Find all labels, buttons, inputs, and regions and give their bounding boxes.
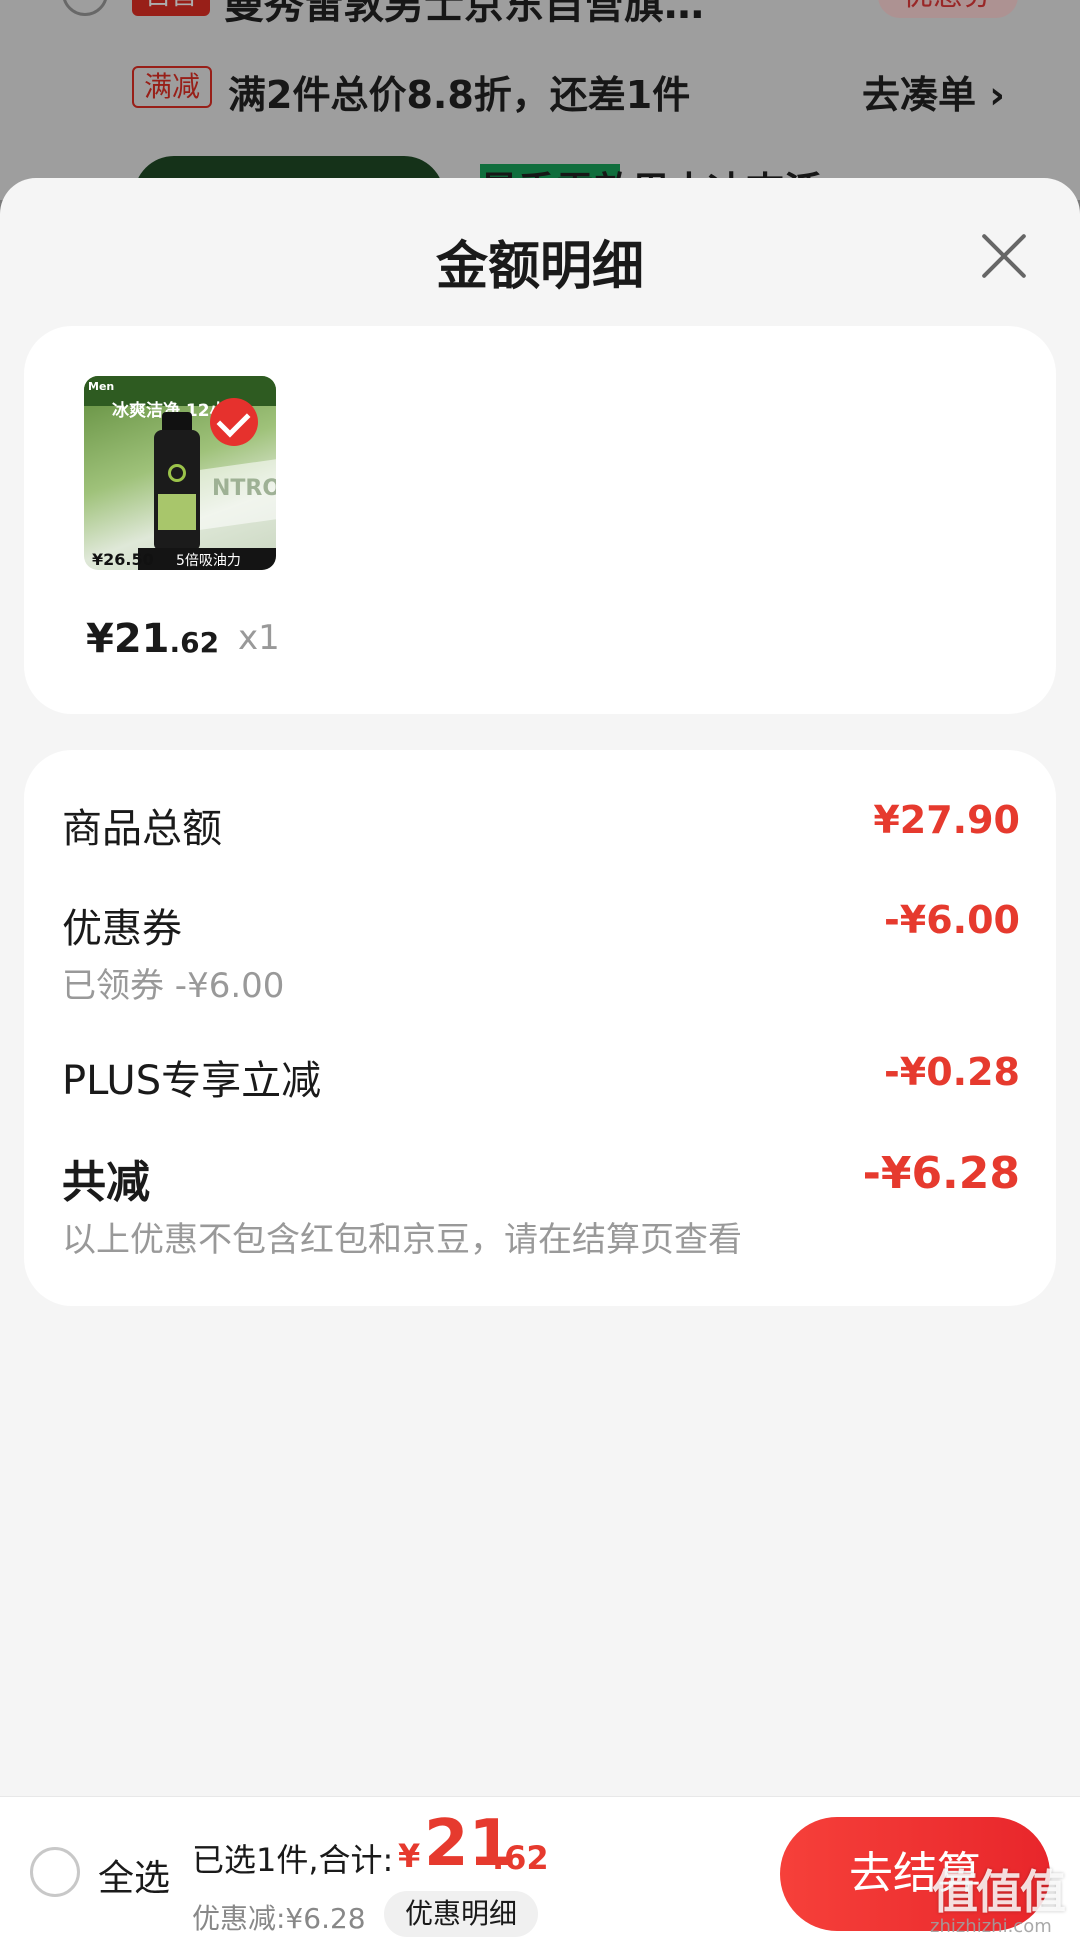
discount-note: 以上优惠不包含红包和京豆，请在结算页查看	[62, 1220, 742, 1260]
plus-discount-label: PLUS专享立减	[62, 1058, 322, 1104]
discount-summary: 优惠减:¥6.28	[192, 1902, 366, 1935]
product-bottle	[154, 430, 200, 550]
product-image-price: ¥26.50	[92, 550, 154, 569]
watermark-logo: 值值值	[932, 1865, 1066, 1919]
checkout-bar: 全选 已选1件,合计: ¥ 21 .62 优惠减:¥6.28 优惠明细 去结算	[0, 1796, 1080, 1947]
total-reduce-value: -¥6.28	[862, 1148, 1020, 1199]
selected-total-label: 已选1件,合计:	[192, 1841, 394, 1879]
product-image-brand: Men	[88, 380, 115, 393]
discount-detail-button[interactable]: 优惠明细	[384, 1891, 538, 1937]
product-card: Men 冰爽洁净 12小时 NTROL 5倍吸油力 ¥26.50 ¥21.62 …	[24, 326, 1056, 714]
coupon-label: 优惠券	[62, 906, 182, 952]
select-all-radio[interactable]	[30, 1847, 80, 1897]
total-currency: ¥	[398, 1837, 421, 1875]
product-quantity: x1	[238, 618, 280, 658]
select-all-label[interactable]: 全选	[98, 1849, 170, 1901]
dim-overlay[interactable]	[0, 0, 1080, 200]
product-price-decimal: .62	[169, 626, 220, 659]
plus-discount-value: -¥0.28	[884, 1050, 1020, 1094]
product-image-slab-text: NTROL	[212, 476, 276, 501]
goods-total-value: ¥27.90	[873, 798, 1020, 842]
amount-summary-card: 商品总额 ¥27.90 优惠券 -¥6.00 已领券 -¥6.00 PLUS专享…	[24, 750, 1056, 1306]
background-page: 自营 曼秀雷敦男士京东自营旗… 优惠券 满减 满2件总价8.8折，还差1件 去凑…	[0, 0, 1080, 200]
product-bottle-ring	[168, 464, 186, 482]
amount-detail-sheet: 金额明细 Men 冰爽洁净 12小时 NTROL 5倍吸油力 ¥26.50 ¥2…	[0, 178, 1080, 1947]
close-icon[interactable]	[972, 224, 1036, 288]
product-bottle-label	[158, 494, 196, 530]
selected-check-icon	[210, 398, 258, 446]
sheet-title: 金额明细	[435, 237, 644, 297]
total-reduce-label: 共减	[62, 1157, 150, 1208]
coupon-value: -¥6.00	[884, 898, 1020, 942]
product-price: ¥21.62	[86, 616, 219, 662]
goods-total-label: 商品总额	[62, 806, 222, 852]
total-decimal: .62	[492, 1839, 549, 1877]
product-price-integer: ¥21	[86, 616, 170, 662]
coupon-sub-label: 已领券 -¥6.00	[62, 966, 285, 1006]
product-image-bottom-text: 5倍吸油力	[176, 553, 241, 569]
watermark-url: zhizhizhi.com	[930, 1916, 1052, 1937]
